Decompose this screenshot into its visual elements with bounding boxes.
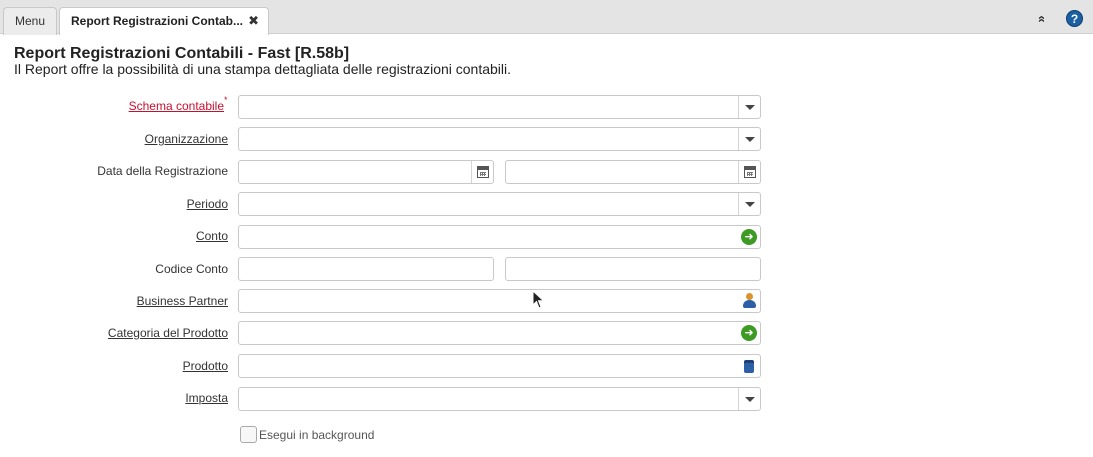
mouse-cursor-icon (532, 290, 545, 309)
codice-conto-from[interactable] (238, 257, 494, 281)
business-partner-label[interactable]: Business Partner (137, 294, 228, 308)
chevron-down-icon[interactable] (738, 128, 760, 150)
search-arrow-icon[interactable]: ➜ (738, 226, 760, 248)
codice-conto-to-input[interactable] (506, 258, 760, 280)
prodotto-label[interactable]: Prodotto (183, 359, 228, 373)
data-registrazione-label: Data della Registrazione (97, 164, 228, 178)
data-registrazione-from[interactable] (238, 160, 494, 184)
tab-bar: Menu Report Registrazioni Contab... ✖ » … (0, 0, 1093, 35)
chevron-down-icon[interactable] (738, 96, 760, 118)
periodo-select[interactable] (238, 192, 761, 216)
close-icon[interactable]: ✖ (248, 8, 259, 34)
conto-label[interactable]: Conto (196, 229, 228, 243)
imposta-select[interactable] (238, 387, 761, 411)
tab-label: Report Registrazioni Contab... (71, 14, 244, 28)
collapse-icon[interactable]: » (1032, 10, 1050, 28)
categoria-prodotto-field[interactable]: ➜ (238, 321, 761, 345)
background-checkbox[interactable] (240, 426, 257, 443)
organizzazione-label[interactable]: Organizzazione (145, 132, 228, 146)
organizzazione-select[interactable] (238, 127, 761, 151)
tab-menu[interactable]: Menu (3, 7, 57, 35)
codice-conto-label: Codice Conto (155, 262, 228, 276)
data-registrazione-to-input[interactable] (506, 161, 760, 183)
business-partner-icon[interactable] (738, 290, 760, 312)
chevron-down-icon[interactable] (738, 193, 760, 215)
background-checkbox-label[interactable]: Esegui in background (259, 428, 374, 442)
imposta-input[interactable] (239, 388, 760, 410)
business-partner-field[interactable] (238, 289, 761, 313)
chevron-down-icon[interactable] (738, 388, 760, 410)
page-description: Il Report offre la possibilità di una st… (14, 61, 512, 77)
periodo-input[interactable] (239, 193, 760, 215)
periodo-label[interactable]: Periodo (187, 197, 228, 211)
schema-contabile-input[interactable] (239, 96, 760, 118)
prodotto-field[interactable] (238, 354, 761, 378)
codice-conto-to[interactable] (505, 257, 761, 281)
calendar-icon[interactable] (738, 161, 760, 183)
help-icon[interactable]: ? (1066, 10, 1083, 27)
data-registrazione-from-input[interactable] (239, 161, 493, 183)
codice-conto-from-input[interactable] (239, 258, 493, 280)
prodotto-input[interactable] (239, 355, 760, 377)
organizzazione-input[interactable] (239, 128, 760, 150)
business-partner-input[interactable] (239, 290, 760, 312)
schema-contabile-select[interactable] (238, 95, 761, 119)
schema-contabile-label[interactable]: Schema contabile (129, 99, 224, 113)
calendar-icon[interactable] (471, 161, 493, 183)
data-registrazione-to[interactable] (505, 160, 761, 184)
search-arrow-icon[interactable]: ➜ (738, 322, 760, 344)
categoria-prodotto-label[interactable]: Categoria del Prodotto (108, 326, 228, 340)
required-marker: * (224, 95, 228, 105)
conto-input[interactable] (239, 226, 760, 248)
product-icon[interactable] (738, 355, 760, 377)
categoria-prodotto-input[interactable] (239, 322, 760, 344)
conto-field[interactable]: ➜ (238, 225, 761, 249)
tab-report-registrazioni[interactable]: Report Registrazioni Contab... ✖ (59, 7, 269, 35)
imposta-label[interactable]: Imposta (185, 391, 228, 405)
